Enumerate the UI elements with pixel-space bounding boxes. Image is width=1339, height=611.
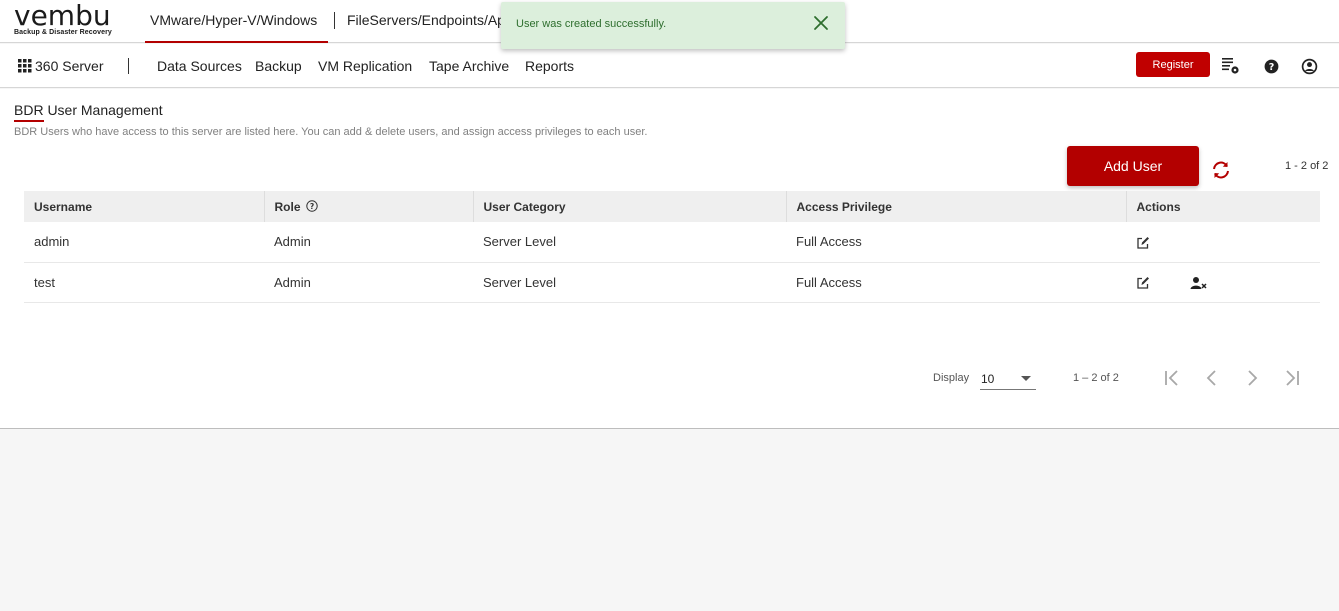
user-management-panel: BDR User Management BDR Users who have a… <box>0 89 1339 429</box>
pagination-range: 1 – 2 of 2 <box>1073 372 1119 384</box>
column-header-user-category[interactable]: User Category <box>473 191 787 222</box>
cell-username: admin <box>24 222 264 263</box>
settings-list-icon[interactable] <box>1221 56 1240 75</box>
product-tab-vmware[interactable]: VMware/Hyper-V/Windows <box>145 0 328 43</box>
previous-page-icon[interactable] <box>1202 368 1222 388</box>
page-description: BDR Users who have access to this server… <box>14 126 648 138</box>
toast-message: User was created successfully. <box>516 18 667 30</box>
cell-actions <box>1126 222 1320 263</box>
nav-divider <box>128 58 129 74</box>
cell-access-privilege: Full Access <box>786 262 1126 303</box>
cell-role: Admin <box>264 262 473 303</box>
nav-item-tape-archive[interactable]: Tape Archive <box>429 58 509 74</box>
nav-bar: 360 Server Data Sources Backup VM Replic… <box>0 44 1339 88</box>
column-header-actions: Actions <box>1126 191 1320 222</box>
product-tab-fileservers[interactable]: FileServers/Endpoints/Ap <box>347 0 507 43</box>
title-underline <box>14 120 44 122</box>
cell-actions <box>1126 262 1320 303</box>
cell-role: Admin <box>264 222 473 263</box>
refresh-icon[interactable] <box>1210 159 1232 181</box>
caret-down-icon <box>1021 376 1031 381</box>
page-size-select[interactable]: 10 <box>980 368 1036 390</box>
table-header-row: Username Role ? User Category Access Pri… <box>24 191 1320 222</box>
svg-text:?: ? <box>1269 62 1275 73</box>
last-page-icon[interactable] <box>1282 368 1302 388</box>
close-icon[interactable] <box>813 15 829 31</box>
cell-access-privilege: Full Access <box>786 222 1126 263</box>
users-table: Username Role ? User Category Access Pri… <box>24 191 1320 303</box>
add-user-button[interactable]: Add User <box>1067 146 1199 186</box>
range-label: 1 - 2 of 2 <box>1285 160 1329 172</box>
logo-text: vembu <box>14 0 111 32</box>
page-size-value: 10 <box>981 372 995 386</box>
tab-divider <box>334 12 335 29</box>
column-header-role[interactable]: Role ? <box>264 191 474 222</box>
edit-icon[interactable] <box>1136 236 1150 250</box>
cell-user-category: Server Level <box>473 222 786 263</box>
server-selector[interactable]: 360 Server <box>35 58 103 74</box>
register-button[interactable]: Register <box>1136 52 1210 77</box>
column-header-access-privilege[interactable]: Access Privilege <box>786 191 1127 222</box>
nav-item-data-sources[interactable]: Data Sources <box>157 58 242 74</box>
success-toast: User was created successfully. <box>501 2 845 49</box>
question-circle-icon[interactable]: ? <box>306 199 318 212</box>
vembu-logo[interactable]: vembu Backup & Disaster Recovery <box>14 0 124 39</box>
page-title: BDR User Management <box>14 102 163 118</box>
table-row: test Admin Server Level Full Access <box>24 262 1320 303</box>
nav-item-vm-replication[interactable]: VM Replication <box>318 58 412 74</box>
display-label: Display <box>933 372 970 384</box>
delete-user-icon[interactable] <box>1190 276 1207 290</box>
cell-username: test <box>24 262 264 303</box>
table-row: admin Admin Server Level Full Access <box>24 222 1320 263</box>
column-header-username[interactable]: Username <box>24 191 265 222</box>
user-account-icon[interactable] <box>1301 58 1318 75</box>
next-page-icon[interactable] <box>1242 368 1262 388</box>
logo-subtitle: Backup & Disaster Recovery <box>14 29 112 36</box>
nav-item-reports[interactable]: Reports <box>525 58 574 74</box>
first-page-icon[interactable] <box>1162 368 1182 388</box>
edit-icon[interactable] <box>1136 276 1150 290</box>
svg-text:?: ? <box>310 201 314 210</box>
nav-item-backup[interactable]: Backup <box>255 58 302 74</box>
app-grid-icon[interactable] <box>18 59 32 73</box>
help-icon[interactable]: ? <box>1263 58 1280 75</box>
cell-user-category: Server Level <box>473 262 786 303</box>
